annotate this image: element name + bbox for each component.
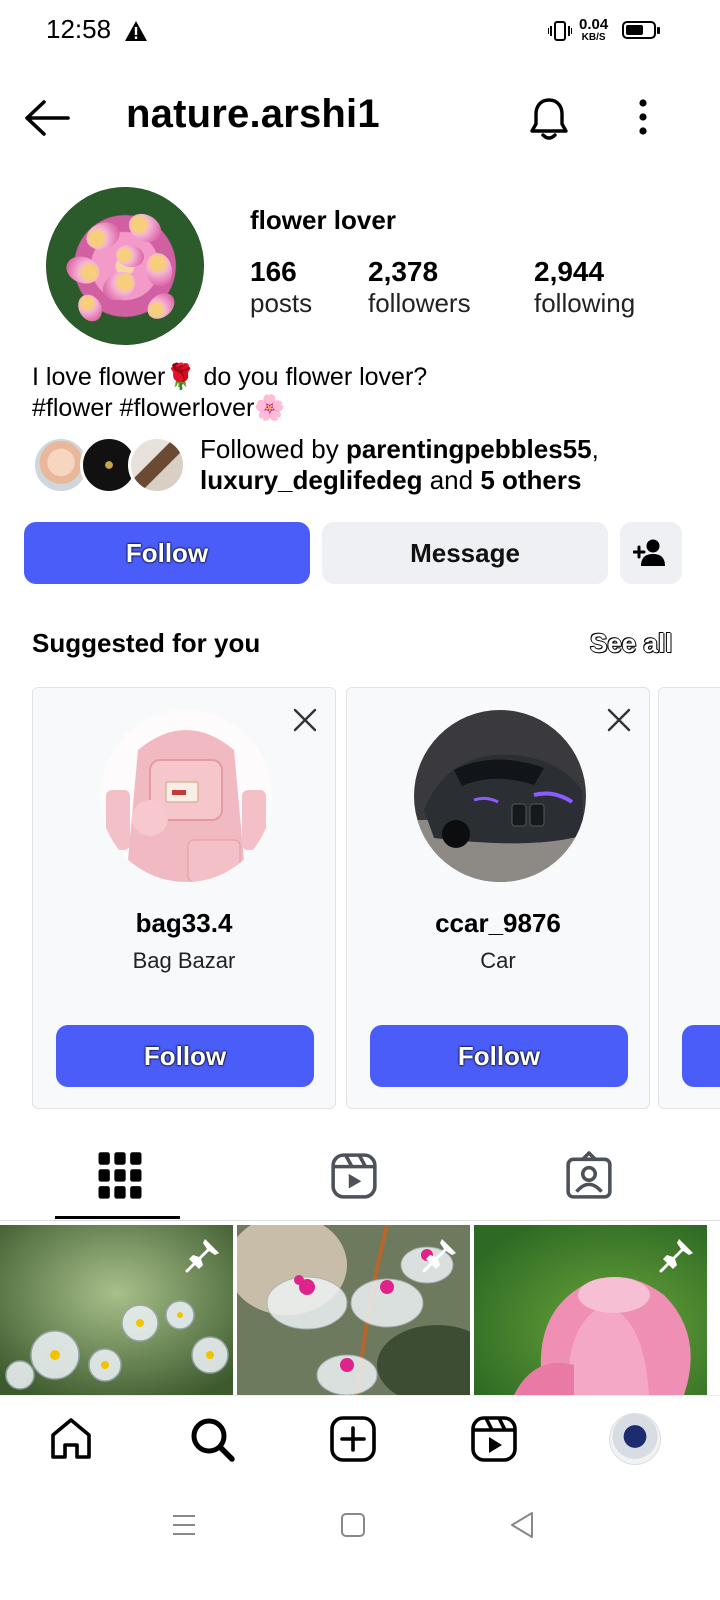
vibrate-icon	[548, 21, 572, 41]
stat-following[interactable]: 2,944 following	[534, 256, 635, 319]
backpack-image	[100, 710, 272, 882]
stat-value: 2,378	[368, 256, 439, 287]
followed-by-user: luxury_deglifedeg	[200, 465, 423, 495]
suggestion-subtitle: Car	[480, 948, 516, 973]
suggestion-subtitle: Bag Bazar	[132, 948, 236, 973]
suggested-title: Suggested for you	[32, 628, 261, 658]
close-icon[interactable]	[293, 708, 317, 732]
suggestion-card-partial[interactable]	[658, 687, 720, 1109]
more-options-icon[interactable]	[630, 98, 656, 138]
suggestion-card[interactable]: ccar_9876 Car Follow	[346, 687, 650, 1109]
post-tile[interactable]	[237, 1225, 470, 1395]
create-icon[interactable]	[329, 1415, 377, 1463]
followed-by-text[interactable]: Followed by parentingpebbles55, luxury_d…	[200, 434, 599, 496]
suggestion-username[interactable]: ccar_9876	[347, 908, 649, 939]
suggest-people-button[interactable]	[620, 522, 682, 584]
reels-tab-icon[interactable]	[330, 1150, 378, 1202]
notification-bell-icon[interactable]	[528, 96, 570, 142]
stat-followers[interactable]: 2,378 followers	[368, 256, 471, 319]
stat-value: 166	[250, 256, 297, 287]
display-name: flower lover	[250, 205, 396, 235]
post-tile[interactable]	[0, 1225, 233, 1395]
status-time: 12:58	[46, 14, 112, 44]
message-button[interactable]: Message	[322, 522, 608, 584]
followed-by-user: parentingpebbles55	[345, 434, 592, 464]
suggestion-follow-button-partial[interactable]	[682, 1025, 720, 1087]
stat-label: posts	[250, 288, 313, 318]
stat-label: followers	[368, 288, 471, 318]
tab-divider	[0, 1220, 720, 1221]
followed-by-others: 5 others	[480, 465, 582, 495]
home-square-icon[interactable]	[340, 1512, 366, 1538]
stat-value: 2,944	[534, 256, 605, 287]
net-speed-unit: KB/S	[581, 32, 606, 43]
bio-hashtags[interactable]: #flower #flowerlover🌸	[32, 393, 427, 424]
active-tab-indicator	[55, 1216, 180, 1219]
pin-icon	[185, 1239, 219, 1273]
home-icon[interactable]	[47, 1415, 95, 1463]
add-person-icon	[633, 539, 665, 566]
followed-by-separator: ,	[591, 434, 599, 464]
battery-fill	[626, 25, 643, 35]
see-all-link[interactable]: See all	[590, 628, 672, 659]
stat-posts[interactable]: 166 posts	[250, 256, 312, 319]
post-tile[interactable]	[474, 1225, 707, 1395]
suggestion-card[interactable]: bag33.4 Bag Bazar Follow	[32, 687, 336, 1109]
stat-label: following	[534, 288, 636, 318]
follow-button[interactable]: Follow	[24, 522, 310, 584]
followed-by-prefix: Followed by	[200, 434, 346, 464]
suggestion-follow-button[interactable]: Follow	[56, 1025, 314, 1087]
avatar[interactable]	[414, 710, 586, 882]
profile-avatar[interactable]	[46, 187, 204, 345]
network-speed: 0.04 KB/S	[579, 17, 608, 44]
followed-by-and: and	[422, 465, 481, 495]
warning-icon	[125, 21, 147, 41]
system-nav-bar	[0, 1483, 720, 1600]
reels-icon[interactable]	[470, 1415, 518, 1463]
pin-icon	[422, 1239, 456, 1273]
suggestion-username[interactable]: bag33.4	[33, 908, 335, 939]
menu-icon[interactable]	[171, 1512, 197, 1538]
avatar[interactable]	[100, 710, 272, 882]
profile-bio: I love flower🌹 do you flower lover? #flo…	[32, 362, 427, 424]
avatar	[128, 436, 186, 494]
mutual-followers-avatars[interactable]	[32, 436, 186, 496]
suggestion-follow-button[interactable]: Follow	[370, 1025, 628, 1087]
tagged-icon[interactable]	[565, 1150, 613, 1202]
back-arrow-icon[interactable]	[24, 96, 70, 140]
close-icon[interactable]	[607, 708, 631, 732]
profile-avatar[interactable]	[609, 1413, 661, 1465]
grid-icon[interactable]	[96, 1150, 144, 1202]
pin-icon	[659, 1239, 693, 1273]
profile-username: nature.arshi1	[126, 92, 380, 136]
bio-line: I love flower🌹 do you flower lover?	[32, 363, 428, 391]
back-triangle-icon[interactable]	[508, 1510, 536, 1540]
search-icon[interactable]	[188, 1415, 236, 1463]
car-image	[414, 710, 586, 882]
battery-icon	[622, 21, 660, 39]
